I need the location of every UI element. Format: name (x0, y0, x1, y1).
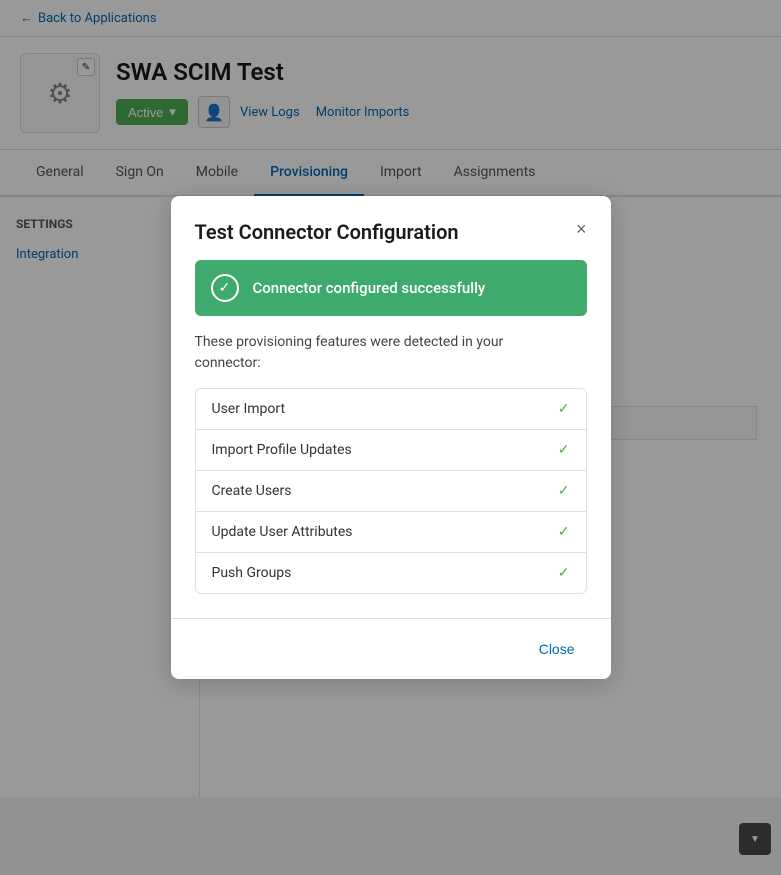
modal-header: Test Connector Configuration × (171, 196, 611, 260)
feature-check-create-users: ✓ (558, 483, 570, 499)
feature-check-push-groups: ✓ (558, 565, 570, 581)
feature-item-update-user-attributes: Update User Attributes ✓ (196, 512, 586, 553)
success-message: Connector configured successfully (253, 279, 486, 297)
feature-item-import-profile-updates: Import Profile Updates ✓ (196, 430, 586, 471)
modal-overlay: Test Connector Configuration × ✓ Connect… (0, 0, 781, 875)
feature-label-user-import: User Import (212, 401, 286, 417)
modal-close-button[interactable]: × (576, 220, 587, 238)
feature-check-update-user-attributes: ✓ (558, 524, 570, 540)
success-banner: ✓ Connector configured successfully (195, 260, 587, 316)
modal-title: Test Connector Configuration (195, 220, 459, 244)
modal-footer: Close (171, 618, 611, 679)
close-button[interactable]: Close (527, 635, 587, 663)
feature-list: User Import ✓ Import Profile Updates ✓ C… (195, 388, 587, 594)
feature-item-user-import: User Import ✓ (196, 389, 586, 430)
modal-description: These provisioning features were detecte… (195, 332, 587, 374)
feature-label-update-user-attributes: Update User Attributes (212, 524, 353, 540)
modal-dialog: Test Connector Configuration × ✓ Connect… (171, 196, 611, 679)
feature-item-create-users: Create Users ✓ (196, 471, 586, 512)
feature-check-import-profile-updates: ✓ (558, 442, 570, 458)
feature-check-user-import: ✓ (558, 401, 570, 417)
feature-item-push-groups: Push Groups ✓ (196, 553, 586, 593)
feature-label-import-profile-updates: Import Profile Updates (212, 442, 352, 458)
modal-body: ✓ Connector configured successfully Thes… (171, 260, 611, 618)
close-x-icon: × (576, 219, 587, 239)
success-check-icon: ✓ (211, 274, 239, 302)
feature-label-push-groups: Push Groups (212, 565, 292, 581)
feature-label-create-users: Create Users (212, 483, 292, 499)
